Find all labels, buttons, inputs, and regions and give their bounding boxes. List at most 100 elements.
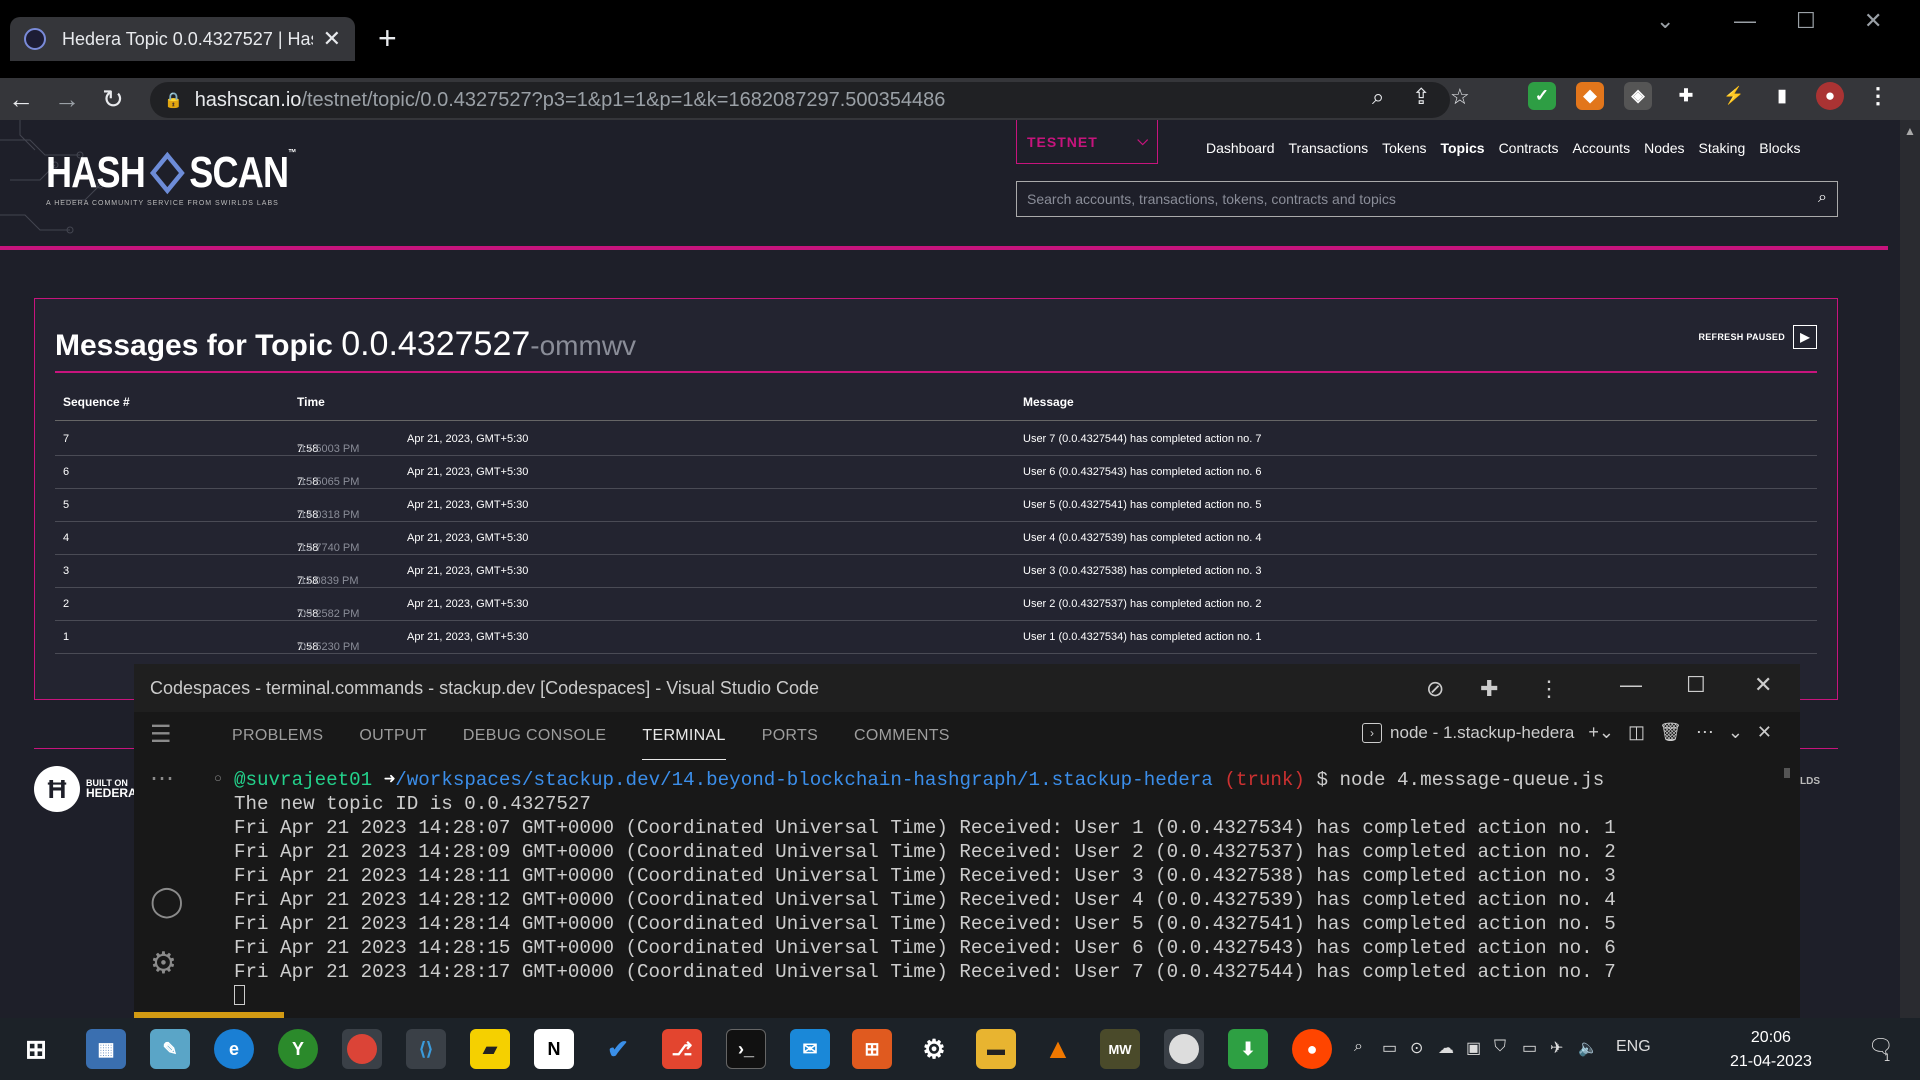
download-manager-icon[interactable]: ⬇ bbox=[1228, 1029, 1268, 1069]
shield-extension-icon[interactable]: ✓ bbox=[1528, 82, 1556, 110]
address-bar[interactable]: 🔒 hashscan.io /testnet/topic/0.0.4327527… bbox=[150, 82, 1470, 118]
search-tray-icon[interactable]: ⌕ bbox=[1354, 1038, 1363, 1056]
microsoft-store-icon[interactable]: ⊞ bbox=[852, 1029, 892, 1069]
calculator-icon[interactable]: ▦ bbox=[86, 1029, 126, 1069]
windows-start-icon[interactable]: ⊞ bbox=[16, 1029, 56, 1069]
xbox-icon[interactable]: Y bbox=[278, 1029, 318, 1069]
vscode-maximize-icon[interactable]: ☐ bbox=[1686, 672, 1706, 698]
scroll-up-icon[interactable]: ▲ bbox=[1904, 124, 1916, 138]
table-row[interactable]: 2 7:58:09.2582 PM Apr 21, 2023, GMT+5:30… bbox=[55, 588, 1817, 621]
tray-app-3-icon[interactable]: ▣ bbox=[1466, 1038, 1481, 1058]
maximize-panel-icon[interactable]: ⌄ bbox=[1728, 722, 1743, 743]
close-panel-icon[interactable]: ✕ bbox=[1757, 722, 1772, 743]
close-window-icon[interactable]: ✕ bbox=[1864, 8, 1882, 34]
metamask-extension-icon[interactable]: ◆ bbox=[1576, 82, 1604, 110]
clock[interactable]: 20:06 21-04-2023 bbox=[1730, 1026, 1812, 1074]
minimize-icon[interactable]: — bbox=[1734, 8, 1756, 34]
settings-app-icon[interactable]: ⚙ bbox=[914, 1029, 954, 1069]
more-vertical-icon[interactable]: ⋮ bbox=[1538, 676, 1560, 702]
eye-off-icon[interactable]: ⊘ bbox=[1426, 676, 1444, 702]
github-desktop-icon[interactable] bbox=[1164, 1029, 1204, 1069]
nav-dashboard[interactable]: Dashboard bbox=[1206, 140, 1275, 156]
bookmark-star-icon[interactable]: ☆ bbox=[1450, 84, 1470, 110]
hashscan-logo[interactable]: HASH SCAN ™ A HEDERA COMMUNITY SERVICE F… bbox=[46, 148, 350, 207]
privacy-badger-extension-icon[interactable]: ◈ bbox=[1624, 82, 1652, 110]
tab-ports[interactable]: PORTS bbox=[762, 712, 818, 760]
settings-gear-icon[interactable]: ⚙ bbox=[150, 946, 177, 981]
table-row[interactable]: 3 7:58:11.0839 PM Apr 21, 2023, GMT+5:30… bbox=[55, 555, 1817, 588]
vlc-icon[interactable]: ▲ bbox=[1038, 1029, 1078, 1069]
file-explorer-icon[interactable]: ▬ bbox=[976, 1029, 1016, 1069]
defender-icon[interactable]: ⛉ bbox=[1494, 1038, 1506, 1056]
sticky-notes-icon[interactable]: ▰ bbox=[470, 1029, 510, 1069]
table-row[interactable]: 5 7:58:14.0318 PM Apr 21, 2023, GMT+5:30… bbox=[55, 489, 1817, 522]
new-terminal-icon[interactable]: +⌄ bbox=[1588, 722, 1614, 743]
nav-accounts[interactable]: Accounts bbox=[1572, 140, 1630, 156]
chrome-icon[interactable] bbox=[342, 1029, 382, 1069]
terminal-scrollbar[interactable] bbox=[1784, 768, 1790, 778]
reload-icon[interactable]: ↻ bbox=[102, 82, 124, 116]
tab-close-icon[interactable]: ✕ bbox=[323, 26, 341, 52]
nav-contracts[interactable]: Contracts bbox=[1499, 140, 1559, 156]
hedera-logo-icon[interactable]: Ħ bbox=[34, 766, 80, 812]
extensions-puzzle-icon[interactable]: ✚ bbox=[1672, 82, 1700, 110]
profile-avatar[interactable]: ● bbox=[1816, 82, 1844, 110]
notion-icon[interactable]: N bbox=[534, 1029, 574, 1069]
more-actions-icon[interactable]: ⋯ bbox=[1696, 722, 1714, 743]
table-row[interactable]: 1 7:58:07.5230 PM Apr 21, 2023, GMT+5:30… bbox=[55, 621, 1817, 654]
git-icon[interactable]: ⎇ bbox=[662, 1029, 702, 1069]
extension-puzzle-icon[interactable]: ✚ bbox=[1480, 676, 1498, 702]
new-tab-icon[interactable]: + bbox=[378, 22, 397, 54]
terminal-app-icon[interactable]: ›_ bbox=[726, 1029, 766, 1069]
vscode-close-icon[interactable]: ✕ bbox=[1754, 672, 1772, 698]
airplane-mode-icon[interactable]: ✈ bbox=[1550, 1038, 1563, 1058]
tab-comments[interactable]: COMMENTS bbox=[854, 712, 950, 760]
tab-search-chevron-icon[interactable]: ⌄ bbox=[1656, 8, 1674, 34]
back-icon[interactable]: ← bbox=[8, 82, 34, 116]
nav-tokens[interactable]: Tokens bbox=[1382, 140, 1426, 156]
share-icon[interactable]: ⇪ bbox=[1412, 84, 1430, 110]
tab-problems[interactable]: PROBLEMS bbox=[232, 712, 323, 760]
notepad-icon[interactable]: ✎ bbox=[150, 1029, 190, 1069]
vscode-icon[interactable]: ⟨⟩ bbox=[406, 1029, 446, 1069]
nav-blocks[interactable]: Blocks bbox=[1759, 140, 1800, 156]
performance-extension-icon[interactable]: ⚡ bbox=[1720, 82, 1748, 110]
nav-staking[interactable]: Staking bbox=[1699, 140, 1746, 156]
forward-icon[interactable]: → bbox=[54, 82, 80, 116]
nav-transactions[interactable]: Transactions bbox=[1289, 140, 1369, 156]
search-icon[interactable]: ⌕ bbox=[1818, 189, 1827, 207]
edge-icon[interactable]: e bbox=[214, 1029, 254, 1069]
language-indicator[interactable]: ENG bbox=[1616, 1038, 1651, 1056]
table-row[interactable]: 7 7:58:17.5003 PM Apr 21, 2023, GMT+5:30… bbox=[55, 423, 1817, 456]
mw-game-icon[interactable]: MW bbox=[1100, 1029, 1140, 1069]
account-icon[interactable]: ◯ bbox=[150, 884, 184, 919]
terminal-output[interactable]: @suvrajeet01 ➜/workspaces/stackup.dev/14… bbox=[234, 768, 1774, 1008]
table-row[interactable]: 6 7:58:15.5065 PM Apr 21, 2023, GMT+5:30… bbox=[55, 456, 1817, 489]
nav-topics[interactable]: Topics bbox=[1440, 140, 1484, 156]
onedrive-icon[interactable]: ☁ bbox=[1438, 1038, 1454, 1058]
tab-debug-console[interactable]: DEBUG CONSOLE bbox=[463, 712, 607, 760]
more-horizontal-icon[interactable]: ⋯ bbox=[150, 764, 174, 793]
reddit-icon[interactable]: ● bbox=[1292, 1029, 1332, 1069]
hamburger-menu-icon[interactable]: ☰ bbox=[150, 720, 172, 749]
volume-icon[interactable]: 🔈 bbox=[1578, 1038, 1598, 1058]
tab-output[interactable]: OUTPUT bbox=[359, 712, 427, 760]
maximize-icon[interactable]: ☐ bbox=[1796, 8, 1816, 34]
network-selector[interactable]: TESTNET ⌵ bbox=[1016, 120, 1158, 164]
tab-terminal[interactable]: TERMINAL bbox=[642, 712, 726, 760]
outlook-icon[interactable]: ✉ bbox=[790, 1029, 830, 1069]
browser-tab-active[interactable]: Hedera Topic 0.0.4327527 | HashS ✕ bbox=[10, 17, 355, 61]
terminal-selector[interactable]: › node - 1.stackup-hedera bbox=[1362, 722, 1574, 743]
table-row[interactable]: 4 7:58:12.7740 PM Apr 21, 2023, GMT+5:30… bbox=[55, 522, 1817, 555]
page-scrollbar[interactable]: ▲ bbox=[1900, 120, 1920, 1018]
play-icon[interactable]: ▶ bbox=[1793, 325, 1817, 349]
kill-terminal-icon[interactable]: 🗑 bbox=[1659, 722, 1682, 743]
todo-icon[interactable]: ✔ bbox=[598, 1029, 638, 1069]
tray-app-2-icon[interactable]: ⊙ bbox=[1410, 1038, 1423, 1058]
search-input[interactable]: Search accounts, transactions, tokens, c… bbox=[1016, 181, 1838, 217]
side-panel-icon[interactable]: ▮ bbox=[1768, 82, 1796, 110]
battery-icon[interactable]: ▭ bbox=[1522, 1038, 1537, 1058]
split-terminal-icon[interactable]: ◫ bbox=[1628, 722, 1645, 743]
nav-nodes[interactable]: Nodes bbox=[1644, 140, 1684, 156]
built-on-hedera[interactable]: BUILT ON HEDERA bbox=[86, 778, 137, 799]
